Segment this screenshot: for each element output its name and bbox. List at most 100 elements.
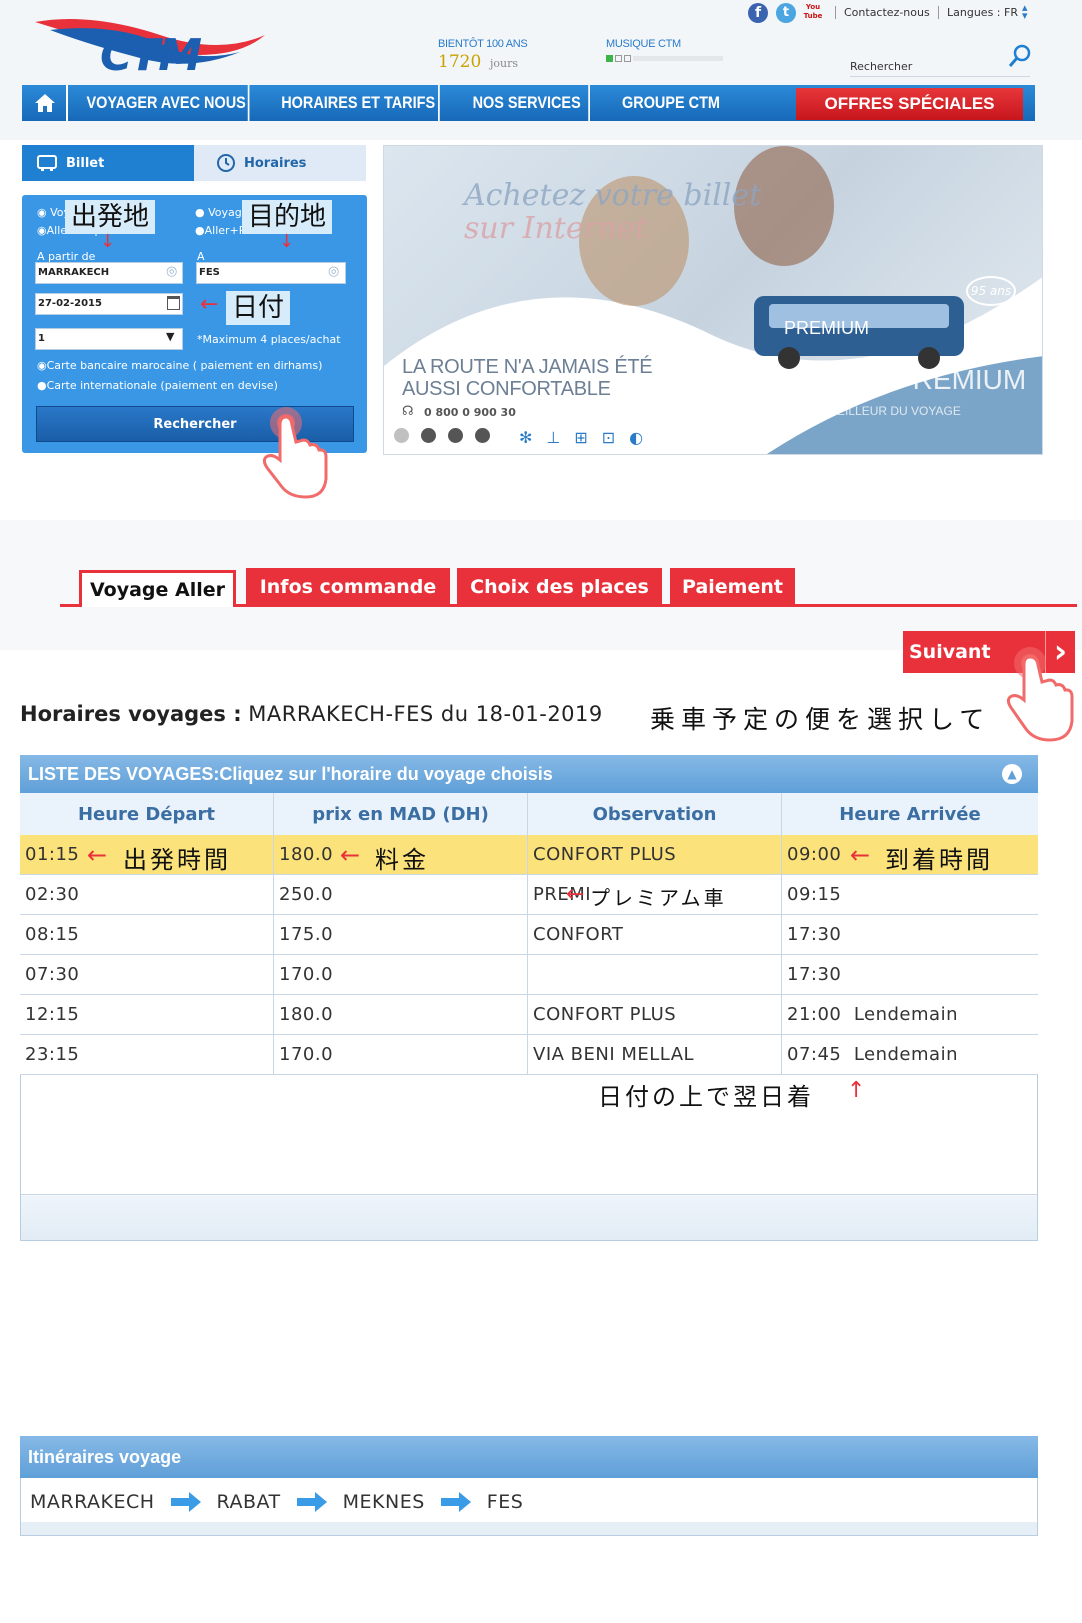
- date-input[interactable]: 27-02-2015: [35, 293, 183, 315]
- col-heure-arrivee[interactable]: Heure Arrivée: [782, 793, 1038, 835]
- cell-price[interactable]: 170.0: [274, 1035, 528, 1075]
- slider-dot[interactable]: [448, 428, 463, 443]
- cell-depart[interactable]: 12:15: [20, 995, 274, 1035]
- step-paiement[interactable]: Paiement: [670, 568, 795, 605]
- stop-icon[interactable]: [624, 54, 631, 62]
- nav-offres-speciales[interactable]: OFFRES SPÉCIALES: [796, 88, 1023, 120]
- collapse-icon[interactable]: ▲: [1002, 764, 1022, 784]
- payment-option-international[interactable]: ●Carte internationale (paiement en devis…: [37, 379, 278, 392]
- promo-banner[interactable]: Achetez votre billet sur Internet 95 ans…: [383, 145, 1043, 455]
- radio-circle[interactable]: ◉: [37, 359, 47, 372]
- banner-headline-1: Achetez votre billet: [464, 178, 762, 213]
- itinerary-stop: MARRAKECH: [30, 1491, 155, 1513]
- cell-depart[interactable]: 08:15: [20, 915, 274, 955]
- arrow-right-icon: [169, 1490, 203, 1514]
- table-row[interactable]: 08:15 175.0 CONFORT 17:30: [20, 915, 1038, 955]
- arrow-left-icon: ←: [340, 841, 361, 869]
- col-prix[interactable]: prix en MAD (DH): [274, 793, 528, 835]
- arrow-right-icon: [295, 1490, 329, 1514]
- radio-voyage-label: Voyag: [208, 206, 242, 219]
- location-pin-icon: ◎: [166, 264, 178, 279]
- radio-circle[interactable]: ◉: [37, 206, 47, 219]
- chevron-down-icon[interactable]: ▼: [166, 330, 174, 343]
- itinerary-title: Itinéraires voyage: [28, 1446, 182, 1467]
- cell-observation[interactable]: CONFORT PLUS: [528, 995, 782, 1035]
- cell-arrival[interactable]: 09:15: [782, 875, 1038, 915]
- logo-text: CTM: [100, 30, 202, 81]
- arrow-left-icon: ←: [850, 841, 871, 869]
- radio-circle[interactable]: ◉: [37, 224, 47, 237]
- itinerary-stops: MARRAKECH RABAT MEKNES FES: [30, 1490, 523, 1514]
- twitter-icon[interactable]: t: [776, 3, 796, 23]
- nav-groupe-ctm[interactable]: GROUPE CTM: [612, 85, 731, 121]
- nav-horaires-et-tarifs[interactable]: HORAIRES ET TARIFS: [278, 85, 440, 121]
- pause-icon[interactable]: [615, 54, 622, 62]
- cell-depart[interactable]: 02:30: [20, 875, 274, 915]
- cell-arrival[interactable]: 17:30: [782, 915, 1038, 955]
- to-value: FES: [199, 267, 220, 278]
- cell-observation[interactable]: [528, 955, 782, 995]
- table-row[interactable]: 23:15 170.0 VIA BENI MELLAL 07:45 Lendem…: [20, 1035, 1038, 1075]
- facebook-icon[interactable]: f: [748, 3, 768, 23]
- annotation-arrival-time: 到着時間: [885, 846, 993, 874]
- radio-circle[interactable]: ●: [37, 379, 47, 392]
- cell-price[interactable]: 170.0: [274, 955, 528, 995]
- language-selector[interactable]: Langues : FR: [938, 6, 1018, 19]
- header-search-input[interactable]: Rechercher: [850, 55, 1030, 77]
- cell-depart[interactable]: 23:15: [20, 1035, 274, 1075]
- play-icon[interactable]: [606, 54, 613, 62]
- payment-option-international-label: Carte internationale (paiement en devise…: [46, 379, 278, 392]
- nav-voyager-avec-nous[interactable]: VOYAGER AVEC NOUS: [85, 85, 250, 121]
- home-icon[interactable]: [24, 85, 68, 121]
- slider-dot[interactable]: [475, 428, 490, 443]
- to-select[interactable]: FES: [196, 262, 346, 284]
- table-row[interactable]: 02:30 250.0 PREMIUM 09:15: [20, 875, 1038, 915]
- col-observation[interactable]: Observation: [528, 793, 782, 835]
- radio-circle[interactable]: ●: [195, 224, 205, 237]
- step-infos-commande[interactable]: Infos commande: [246, 568, 450, 605]
- music-progress[interactable]: [633, 55, 723, 61]
- cell-observation[interactable]: CONFORT: [528, 915, 782, 955]
- cell-depart[interactable]: 07:30: [20, 955, 274, 995]
- cell-arrival[interactable]: 17:30: [782, 955, 1038, 995]
- nav-nos-services[interactable]: NOS SERVICES: [465, 85, 590, 121]
- col-heure-depart[interactable]: Heure Départ: [20, 793, 274, 835]
- table-row[interactable]: 12:15 180.0 CONFORT PLUS 21:00 Lendemain: [20, 995, 1038, 1035]
- cell-arrival[interactable]: 07:45 Lendemain: [782, 1035, 1038, 1075]
- cell-price[interactable]: 250.0: [274, 875, 528, 915]
- ctm-logo[interactable]: CTM: [30, 10, 270, 81]
- from-select[interactable]: MARRAKECH: [35, 262, 183, 284]
- radio-circle[interactable]: ●: [195, 206, 205, 219]
- bus-ticket-icon: [37, 155, 57, 171]
- clock-icon: [217, 154, 235, 172]
- slider-dot[interactable]: [394, 428, 409, 443]
- cell-observation[interactable]: CONFORT PLUS: [528, 835, 782, 875]
- annotation-next-day: 日付の上で翌日着: [598, 1083, 814, 1111]
- tap-hand-icon: [258, 405, 338, 500]
- youtube-icon[interactable]: You Tube: [803, 3, 823, 23]
- cell-observation[interactable]: VIA BENI MELLAL: [528, 1035, 782, 1075]
- search-icon[interactable]: [1008, 44, 1032, 68]
- schedule-title: Horaires voyages : MARRAKECH-FES du 18-0…: [20, 702, 603, 726]
- quantity-select[interactable]: 1: [35, 328, 183, 350]
- step-choix-des-places[interactable]: Choix des places: [457, 568, 662, 605]
- banner-headline-2: sur Internet: [464, 211, 648, 246]
- banner-premium: PREMIUM: [894, 364, 1027, 395]
- payment-option-morocco[interactable]: ◉Carte bancaire marocaine ( paiement en …: [37, 359, 322, 372]
- calendar-icon[interactable]: [167, 296, 180, 310]
- tab-billet[interactable]: Billet: [22, 145, 194, 181]
- arrow-right-icon: [439, 1490, 473, 1514]
- tab-horaires[interactable]: Horaires: [194, 145, 366, 181]
- table-row[interactable]: 07:30 170.0 17:30: [20, 955, 1038, 995]
- music-player[interactable]: [606, 54, 726, 62]
- slider-dots[interactable]: [394, 428, 490, 443]
- slider-dot[interactable]: [421, 428, 436, 443]
- step-voyage-aller[interactable]: Voyage Aller: [79, 570, 236, 607]
- radio-voyage-retour[interactable]: ● Voyag: [195, 206, 242, 219]
- cell-arrival[interactable]: 21:00 Lendemain: [782, 995, 1038, 1035]
- cell-price[interactable]: 180.0: [274, 995, 528, 1035]
- itinerary-stop: RABAT: [216, 1491, 281, 1513]
- chevron-updown-icon[interactable]: ▴ ▾: [1022, 2, 1028, 21]
- cell-price[interactable]: 175.0: [274, 915, 528, 955]
- contact-link[interactable]: Contactez-nous: [835, 6, 930, 19]
